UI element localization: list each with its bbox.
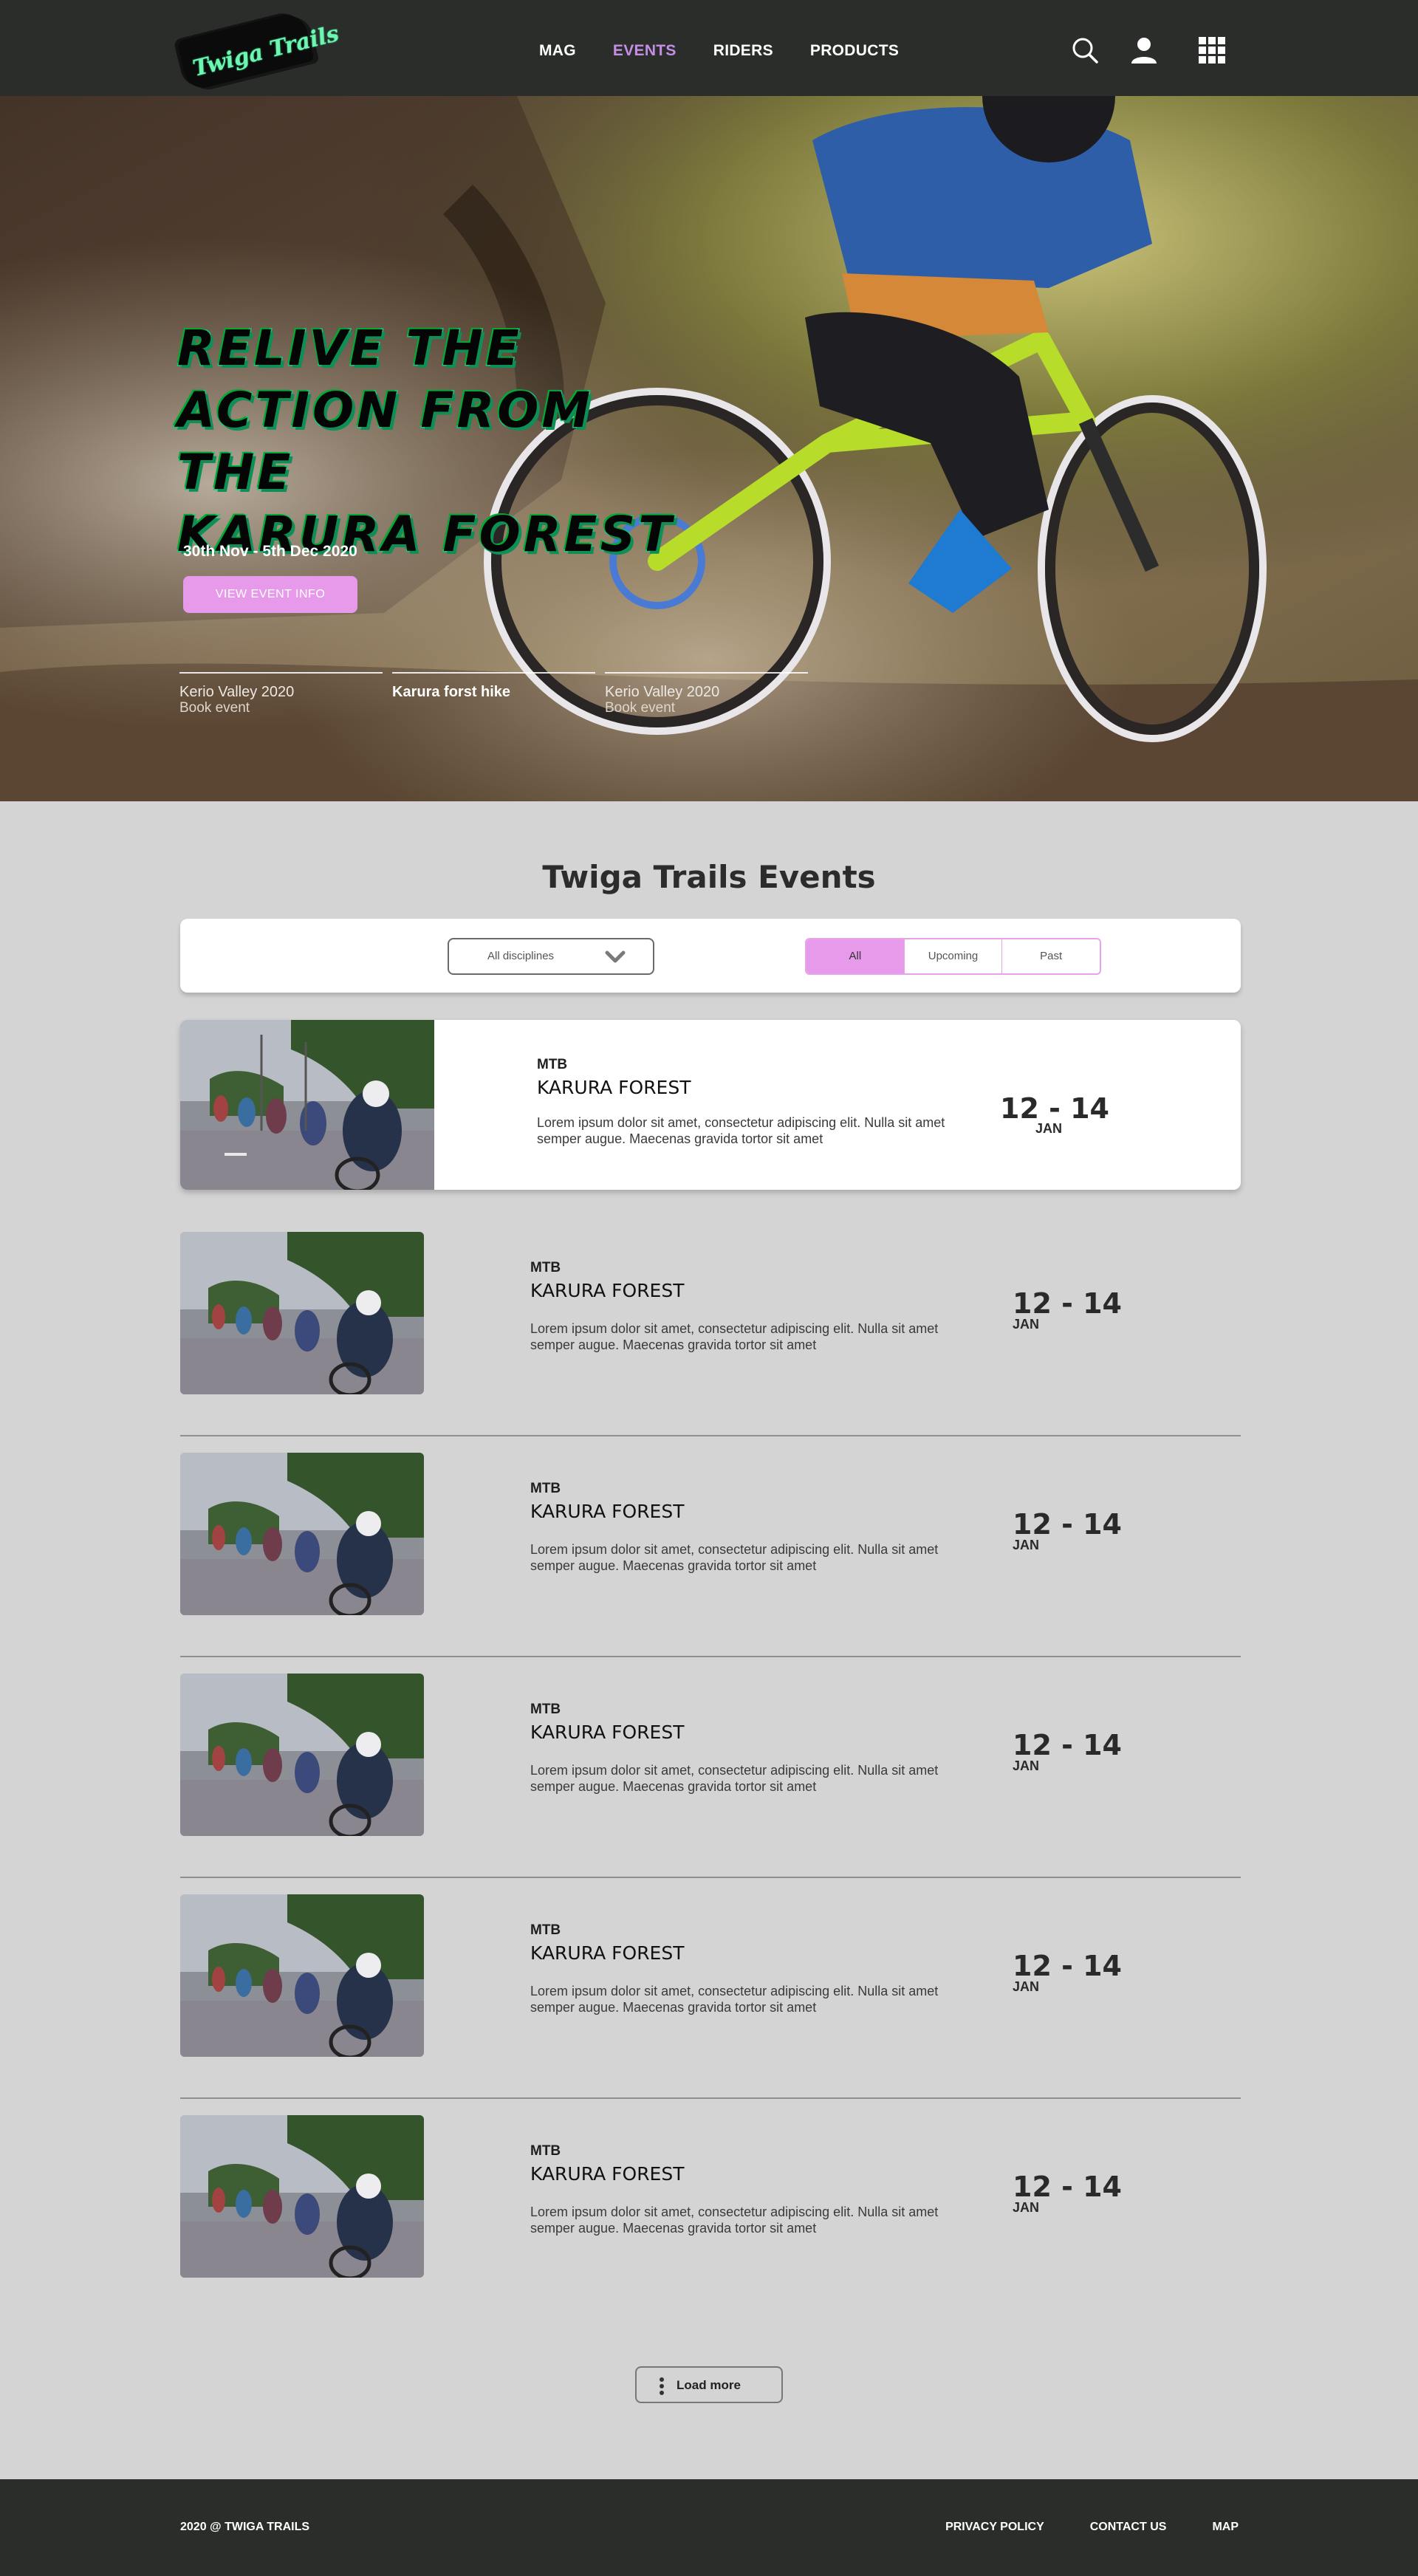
event-date-range: 12 - 14	[1013, 1729, 1122, 1761]
event-title: KARURA FOREST	[530, 2163, 685, 2185]
event-title: KARURA FOREST	[530, 1722, 685, 1743]
view-event-info-button[interactable]: VIEW EVENT INFO	[183, 576, 357, 613]
event-row[interactable]: MTB KARURA FOREST Lorem ipsum dolor sit …	[180, 1894, 1241, 2099]
row-divider	[180, 1435, 1241, 1436]
main-nav: MAG EVENTS RIDERS PRODUCTS	[539, 42, 936, 60]
hero-tab-title: Kerio Valley 2020	[605, 684, 720, 700]
event-title: KARURA FOREST	[530, 1501, 685, 1522]
event-description: Lorem ipsum dolor sit amet, consectetur …	[530, 1984, 939, 2015]
footer-link-map[interactable]: MAP	[1212, 2521, 1239, 2534]
event-title: KARURA FOREST	[537, 1077, 691, 1098]
hero-carousel-tabs: Kerio Valley 2020 Book event Karura fors…	[179, 672, 808, 724]
discipline-select-value: All disciplines	[487, 950, 555, 962]
event-row[interactable]: MTB KARURA FOREST Lorem ipsum dolor sit …	[180, 1674, 1241, 1878]
more-vertical-icon	[660, 2377, 664, 2395]
row-divider	[180, 1877, 1241, 1878]
filter-past-button[interactable]: Past	[1001, 939, 1100, 973]
event-title: KARURA FOREST	[530, 1942, 685, 1964]
site-footer: 2020 @ TWIGA TRAILS PRIVACY POLICY CONTA…	[0, 2479, 1418, 2576]
hero-event-dates: 30th Nov - 5th Dec 2020	[183, 543, 357, 560]
nav-actions	[1070, 35, 1227, 65]
brand-logo[interactable]: Twiga Trails	[177, 10, 341, 92]
event-thumbnail	[180, 1020, 434, 1190]
event-date-range: 12 - 14	[1013, 1287, 1122, 1320]
load-more-label: Load more	[677, 2378, 741, 2392]
event-description: Lorem ipsum dolor sit amet, consectetur …	[530, 1763, 939, 1794]
event-description: Lorem ipsum dolor sit amet, consectetur …	[537, 1115, 945, 1146]
nav-link-products[interactable]: PRODUCTS	[810, 42, 899, 60]
hero-tab-kerio-valley-2[interactable]: Kerio Valley 2020 Book event	[605, 672, 808, 716]
event-description: Lorem ipsum dolor sit amet, consectetur …	[530, 1542, 939, 1573]
event-thumbnail	[180, 1453, 424, 1615]
event-row[interactable]: MTB KARURA FOREST Lorem ipsum dolor sit …	[180, 2115, 1241, 2285]
event-date-range: 12 - 14	[1000, 1092, 1109, 1125]
event-card[interactable]: MTB KARURA FOREST Lorem ipsum dolor sit …	[180, 1020, 1241, 1190]
event-row[interactable]: MTB KARURA FOREST Lorem ipsum dolor sit …	[180, 1232, 1241, 1436]
event-thumbnail	[180, 1232, 424, 1394]
event-row[interactable]: MTB KARURA FOREST Lorem ipsum dolor sit …	[180, 1453, 1241, 1657]
event-month: JAN	[1013, 2200, 1040, 2215]
event-date-range: 12 - 14	[1013, 2171, 1122, 2203]
search-icon[interactable]	[1070, 35, 1100, 65]
events-filter-bar: All disciplines All Upcoming Past	[180, 919, 1241, 993]
event-month: JAN	[1035, 1121, 1063, 1136]
load-more-button[interactable]: Load more	[635, 2366, 783, 2403]
event-category: MTB	[530, 1922, 561, 1938]
event-thumbnail	[180, 1894, 424, 2057]
event-month: JAN	[1013, 1979, 1040, 1994]
footer-copyright: 2020 @ TWIGA TRAILS	[180, 2521, 310, 2533]
event-category: MTB	[537, 1057, 568, 1072]
hero-tab-subtitle: Book event	[605, 700, 676, 716]
time-filter-segmented-control: All Upcoming Past	[805, 938, 1101, 975]
event-category: MTB	[530, 1481, 561, 1496]
event-month: JAN	[1013, 1758, 1040, 1773]
user-icon[interactable]	[1129, 35, 1159, 65]
event-category: MTB	[530, 1702, 561, 1717]
event-month: JAN	[1013, 1538, 1040, 1552]
nav-link-mag[interactable]: MAG	[539, 42, 576, 60]
hero-tab-title: Kerio Valley 2020	[179, 684, 295, 700]
hero-title-line-2: ACTION FROM THE	[176, 381, 594, 502]
row-divider	[180, 2097, 1241, 2099]
nav-link-events[interactable]: EVENTS	[613, 42, 677, 60]
footer-link-privacy-policy[interactable]: PRIVACY POLICY	[945, 2521, 1044, 2534]
top-navbar: Twiga Trails MAG EVENTS RIDERS PRODUCTS	[0, 0, 1418, 96]
filter-all-button[interactable]: All	[806, 939, 904, 973]
discipline-select[interactable]: All disciplines	[448, 938, 654, 975]
event-thumbnail	[180, 2115, 424, 2278]
hero-tab-subtitle: Book event	[179, 700, 250, 716]
chevron-down-icon	[605, 950, 626, 963]
events-section-title: Twiga Trails Events	[542, 859, 876, 895]
event-category: MTB	[530, 2143, 561, 2159]
hero-title: RELIVE THE ACTION FROM THE KARURA FOREST	[176, 318, 709, 566]
apps-grid-icon[interactable]	[1197, 35, 1227, 65]
event-month: JAN	[1013, 1317, 1040, 1332]
event-date-range: 12 - 14	[1013, 1950, 1122, 1982]
hero-title-line-1: RELIVE THE	[176, 319, 523, 378]
row-divider	[180, 1656, 1241, 1657]
footer-link-contact-us[interactable]: CONTACT US	[1090, 2521, 1167, 2534]
hero-tab-kerio-valley-1[interactable]: Kerio Valley 2020 Book event	[179, 672, 383, 716]
hero-tab-title: Karura forst hike	[392, 684, 511, 700]
event-description: Lorem ipsum dolor sit amet, consectetur …	[530, 1321, 939, 1352]
nav-link-riders[interactable]: RIDERS	[713, 42, 773, 60]
event-title: KARURA FOREST	[530, 1280, 685, 1301]
hero-tab-karura-forest[interactable]: Karura forst hike	[392, 672, 595, 700]
hero-banner: RELIVE THE ACTION FROM THE KARURA FOREST…	[0, 96, 1418, 801]
event-thumbnail	[180, 1674, 424, 1836]
filter-upcoming-button[interactable]: Upcoming	[903, 939, 1002, 973]
event-category: MTB	[530, 1260, 561, 1275]
footer-links: PRIVACY POLICY CONTACT US MAP	[900, 2521, 1239, 2534]
event-description: Lorem ipsum dolor sit amet, consectetur …	[530, 2205, 939, 2236]
event-date-range: 12 - 14	[1013, 1508, 1122, 1541]
